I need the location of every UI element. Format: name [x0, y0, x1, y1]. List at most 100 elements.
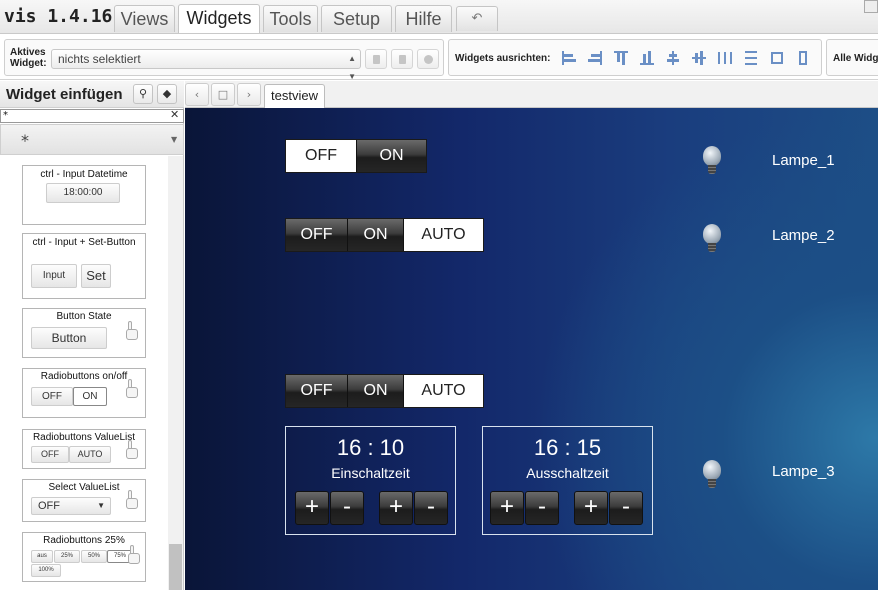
- align-top-icon[interactable]: [613, 50, 629, 66]
- info-icon: [424, 55, 433, 64]
- switch-on-button[interactable]: ON: [348, 375, 404, 407]
- hand-pointer-icon: [123, 490, 139, 510]
- hand-pointer-icon: [125, 545, 141, 565]
- palette-widget-radio-onoff[interactable]: Radiobuttons on/off OFF ON: [22, 368, 146, 418]
- hour-plus-button[interactable]: +: [490, 491, 524, 525]
- copy-widget-button[interactable]: [391, 49, 413, 69]
- select-sample-value: OFF: [38, 500, 60, 512]
- switch-lampe-1[interactable]: OFF ON: [285, 139, 427, 173]
- light-bulb-icon: [703, 146, 721, 176]
- align-bottom-icon[interactable]: [639, 50, 655, 66]
- minute-plus-button[interactable]: +: [574, 491, 608, 525]
- widget-palette-panel: Widget einfügen ⚲ ◆ * ✕ * ▼ ctrl - Input…: [0, 81, 184, 590]
- palette-widget-radio-valuelist[interactable]: Radiobuttons ValueList OFF AUTO: [22, 429, 146, 469]
- tab-setup[interactable]: Setup: [321, 5, 392, 32]
- undo-button[interactable]: ↶: [456, 6, 498, 31]
- off-sample-button: OFF: [31, 387, 73, 406]
- switch-off-button[interactable]: OFF: [286, 375, 348, 407]
- widget-toolbar: Aktives Widget: nichts selektiert ▲ ▼ Wid…: [0, 35, 878, 81]
- align-left-icon[interactable]: [561, 50, 577, 66]
- align-right-icon[interactable]: [587, 50, 603, 66]
- delete-widget-button[interactable]: [365, 49, 387, 69]
- switch-lampe-3[interactable]: OFF ON AUTO: [285, 374, 484, 408]
- same-width-icon[interactable]: [769, 50, 785, 66]
- align-widgets-label: Widgets ausrichten:: [455, 53, 551, 64]
- window-corner-button[interactable]: [864, 0, 878, 13]
- palette-widget-button-state[interactable]: Button State Button: [22, 308, 146, 358]
- option-sample-button: 50%: [81, 550, 107, 563]
- align-center-horizontal-icon[interactable]: [691, 50, 707, 66]
- same-height-icon[interactable]: [795, 50, 811, 66]
- distribute-vertical-icon[interactable]: [743, 50, 759, 66]
- tab-views[interactable]: Views: [114, 5, 175, 32]
- hand-pointer-icon: [123, 440, 139, 460]
- palette-scrollbar[interactable]: [168, 156, 183, 590]
- switch-lampe-2[interactable]: OFF ON AUTO: [285, 218, 484, 252]
- timer-time: 16 : 15: [533, 435, 602, 460]
- close-icon[interactable]: ✕: [170, 108, 179, 121]
- tag-button[interactable]: ◆: [157, 84, 177, 104]
- palette-widget-title: ctrl - Input Datetime: [40, 169, 128, 180]
- next-view-button[interactable]: ›: [237, 83, 261, 106]
- widget-filter-input[interactable]: *: [0, 109, 184, 123]
- minute-plus-button[interactable]: +: [379, 491, 413, 525]
- timer-einschaltzeit: 16 : 10 Einschaltzeit + - + -: [285, 426, 456, 535]
- active-widget-label-text: Aktives Widget:: [10, 47, 47, 69]
- tab-testview[interactable]: testview: [264, 84, 325, 108]
- chevron-down-icon: ▼: [171, 135, 178, 144]
- undo-arrow-icon: ↶: [471, 11, 483, 26]
- switch-auto-button[interactable]: AUTO: [404, 219, 483, 251]
- minute-minus-button[interactable]: -: [414, 491, 448, 525]
- view-list-button[interactable]: □: [211, 83, 235, 106]
- switch-auto-button[interactable]: AUTO: [404, 375, 483, 407]
- active-widget-select[interactable]: nichts selektiert ▲ ▼: [51, 49, 361, 81]
- palette-scrollbar-thumb[interactable]: [169, 544, 182, 590]
- switch-off-button[interactable]: OFF: [286, 219, 348, 251]
- tag-icon: ◆: [162, 87, 172, 100]
- widget-info-button[interactable]: [417, 49, 439, 69]
- view-tab-bar: ‹ □ › testview: [185, 81, 878, 108]
- search-button[interactable]: ⚲: [133, 84, 153, 104]
- search-icon: ⚲: [138, 87, 148, 100]
- light-bulb-icon: [703, 224, 721, 254]
- timer-label: Einschaltzeit: [331, 465, 410, 481]
- all-widgets-group: Alle Widg: [826, 39, 878, 76]
- tab-hilfe[interactable]: Hilfe: [395, 5, 452, 32]
- palette-widget-input-datetime[interactable]: ctrl - Input Datetime 18:00:00: [22, 165, 146, 225]
- timer-ausschaltzeit: 16 : 15 Ausschaltzeit + - + -: [482, 426, 653, 535]
- chevron-right-icon: ›: [246, 88, 252, 101]
- hour-plus-button[interactable]: +: [295, 491, 329, 525]
- hour-minus-button[interactable]: -: [330, 491, 364, 525]
- active-widget-select-value: nichts selektiert: [58, 52, 141, 66]
- light-bulb-icon: [703, 460, 721, 490]
- hour-minus-button[interactable]: -: [525, 491, 559, 525]
- palette-widget-input-set[interactable]: ctrl - Input + Set-Button Input Set: [22, 233, 146, 299]
- view-canvas[interactable]: OFF ON OFF ON AUTO OFF ON AUTO Lampe_1 L…: [185, 108, 878, 590]
- trash-icon: [373, 55, 380, 64]
- distribute-horizontal-icon[interactable]: [717, 50, 733, 66]
- switch-off-button[interactable]: OFF: [286, 140, 357, 172]
- option-sample-button: 25%: [54, 550, 80, 563]
- widget-set-select[interactable]: * ▼: [0, 124, 184, 155]
- active-widget-group: Aktives Widget: nichts selektiert ▲ ▼: [4, 39, 444, 81]
- widget-set-value: *: [21, 131, 29, 150]
- palette-widget-radio-25[interactable]: Radiobuttons 25% aus 25% 50% 75% 100%: [22, 532, 146, 582]
- option-sample-button: 100%: [31, 564, 61, 577]
- set-sample-button: Set: [81, 264, 111, 288]
- lamp-label-1: Lampe_1: [772, 152, 835, 169]
- on-sample-button: ON: [73, 387, 107, 406]
- minute-minus-button[interactable]: -: [609, 491, 643, 525]
- switch-on-button[interactable]: ON: [357, 140, 426, 172]
- off-sample-button: OFF: [31, 446, 69, 463]
- switch-on-button[interactable]: ON: [348, 219, 404, 251]
- palette-widget-select-valuelist[interactable]: Select ValueList OFF ▼: [22, 479, 146, 522]
- lamp-label-3: Lampe_3: [772, 463, 835, 480]
- tab-widgets[interactable]: Widgets: [178, 4, 260, 33]
- chevron-down-icon: ▼: [97, 501, 105, 510]
- prev-view-button[interactable]: ‹: [185, 83, 209, 106]
- chevron-left-icon: ‹: [194, 88, 200, 101]
- tab-tools[interactable]: Tools: [263, 5, 318, 32]
- align-center-vertical-icon[interactable]: [665, 50, 681, 66]
- clipboard-icon: □: [217, 88, 229, 101]
- align-widgets-group: Widgets ausrichten:: [448, 39, 822, 76]
